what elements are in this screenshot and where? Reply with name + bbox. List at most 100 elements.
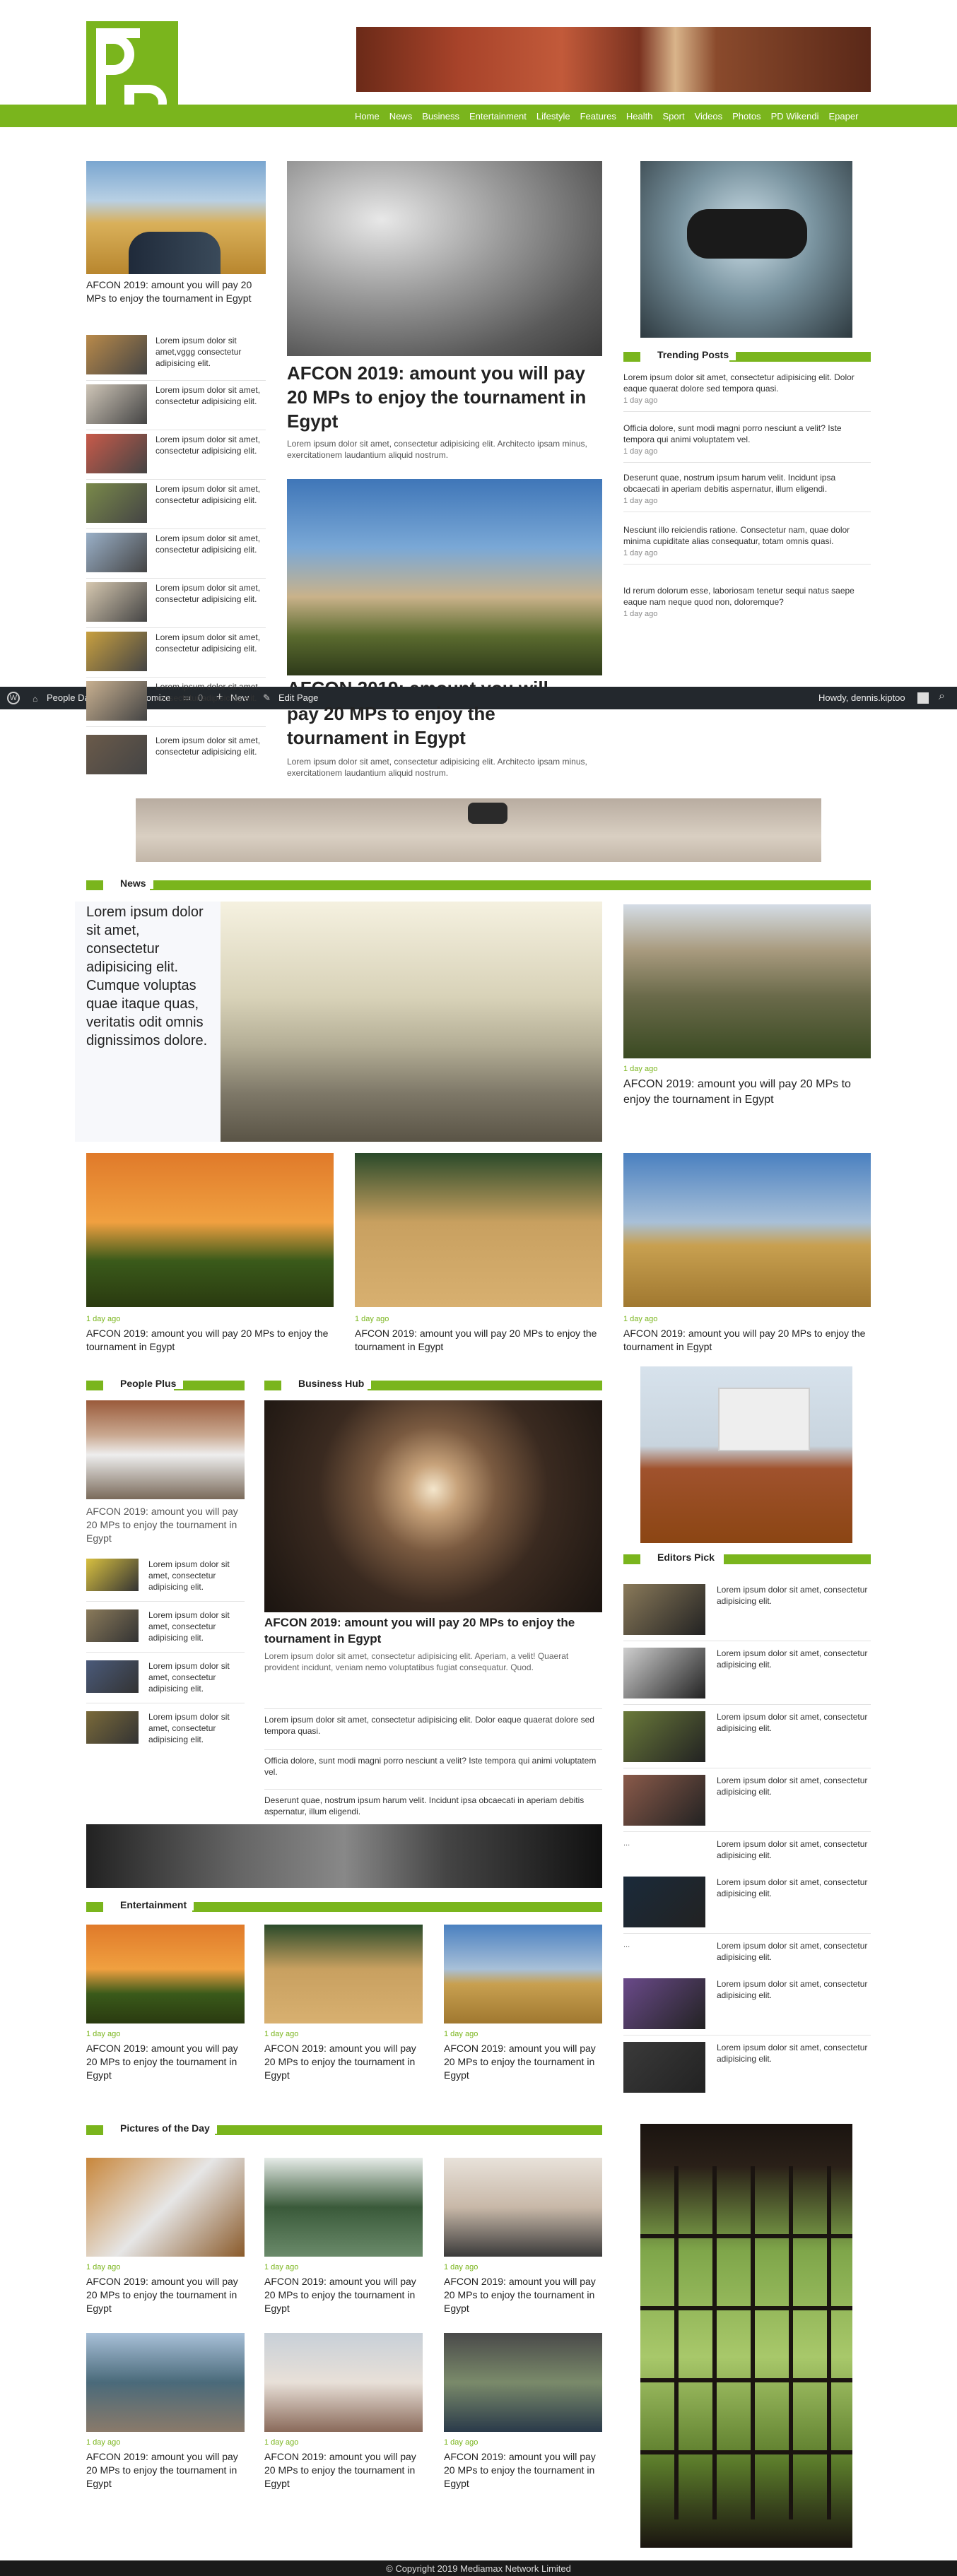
pictures-card-image[interactable] xyxy=(444,2158,602,2257)
center-second-headline-line1[interactable]: AFCON 2019: amount you will xyxy=(287,677,602,687)
editors-pick-text[interactable]: Lorem ipsum dolor sit amet, consectetur … xyxy=(717,1775,871,1797)
header-banner-image[interactable] xyxy=(356,27,871,92)
people-plus-thumb[interactable] xyxy=(86,1711,139,1744)
editors-pick-text[interactable]: Lorem ipsum dolor sit amet, consectetur … xyxy=(717,1940,871,1963)
right-feature-image[interactable] xyxy=(640,161,852,338)
center-feature-headline[interactable]: AFCON 2019: amount you will pay 20 MPs t… xyxy=(287,362,602,433)
trending-item-text[interactable]: Id rerum dolorum esse, laboriosam tenetu… xyxy=(623,585,871,608)
left-list-text[interactable]: Lorem ipsum dolor sit amet, consectetur … xyxy=(155,735,266,757)
trending-item-text[interactable]: Deserunt quae, nostrum ipsum harum velit… xyxy=(623,472,871,495)
news-side-image[interactable] xyxy=(623,904,871,1058)
editors-pick-text[interactable]: Lorem ipsum dolor sit amet, consectetur … xyxy=(717,1877,871,1899)
wordpress-icon[interactable]: W xyxy=(7,692,20,704)
pictures-card-caption[interactable]: AFCON 2019: amount you will pay 20 MPs t… xyxy=(444,2275,602,2315)
news-quote[interactable]: Lorem ipsum dolor sit amet, consectetur … xyxy=(86,903,213,1050)
business-hub-item[interactable]: Officia dolore, sunt modi magni porro ne… xyxy=(264,1755,602,1778)
trending-item-text[interactable]: Lorem ipsum dolor sit amet, consectetur … xyxy=(623,372,871,394)
editors-pick-thumb[interactable] xyxy=(623,1877,705,1927)
left-feature-image[interactable] xyxy=(86,161,266,274)
editors-pick-text[interactable]: Lorem ipsum dolor sit amet, consectetur … xyxy=(717,1648,871,1670)
right-desk-image[interactable] xyxy=(640,1366,852,1543)
entertainment-card-caption[interactable]: AFCON 2019: amount you will pay 20 MPs t… xyxy=(86,2042,245,2082)
people-plus-thumb[interactable] xyxy=(86,1660,139,1693)
editors-pick-thumb[interactable] xyxy=(623,1978,705,2029)
admin-howdy[interactable]: Howdy, dennis.kiptoo xyxy=(818,692,905,703)
people-plus-thumb[interactable] xyxy=(86,1559,139,1591)
people-plus-image[interactable] xyxy=(86,1400,245,1499)
left-list-thumb[interactable] xyxy=(86,483,147,523)
left-list-text[interactable]: Lorem ipsum dolor sit amet, consectetur … xyxy=(155,533,266,555)
people-plus-text[interactable]: Lorem ipsum dolor sit amet, consectetur … xyxy=(148,1660,245,1695)
left-list-thumb[interactable] xyxy=(86,533,147,572)
news-card-caption[interactable]: AFCON 2019: amount you will pay 20 MPs t… xyxy=(86,1327,334,1354)
avatar[interactable] xyxy=(917,692,929,704)
business-hub-item[interactable]: Deserunt quae, nostrum ipsum harum velit… xyxy=(264,1795,602,1817)
admin-edit-page[interactable]: Edit Page xyxy=(278,692,318,703)
nav-pd-wikendi[interactable]: PD Wikendi xyxy=(771,111,819,122)
pictures-card-caption[interactable]: AFCON 2019: amount you will pay 20 MPs t… xyxy=(86,2450,245,2491)
nav-news[interactable]: News xyxy=(389,111,413,122)
people-plus-text[interactable]: Lorem ipsum dolor sit amet, consectetur … xyxy=(148,1711,245,1746)
trending-item-text[interactable]: Nesciunt illo reiciendis ratione. Consec… xyxy=(623,524,871,547)
nav-features[interactable]: Features xyxy=(580,111,616,122)
people-plus-thumb[interactable] xyxy=(86,1609,139,1642)
editors-pick-text[interactable]: Lorem ipsum dolor sit amet, consectetur … xyxy=(717,1584,871,1607)
nav-videos[interactable]: Videos xyxy=(695,111,723,122)
editors-pick-thumb[interactable] xyxy=(623,1775,705,1826)
pictures-card-image[interactable] xyxy=(86,2158,245,2257)
business-hub-image[interactable] xyxy=(264,1400,602,1612)
pictures-card-caption[interactable]: AFCON 2019: amount you will pay 20 MPs t… xyxy=(264,2275,423,2315)
news-card-image[interactable] xyxy=(623,1153,871,1307)
trending-item-text[interactable]: Officia dolore, sunt modi magni porro ne… xyxy=(623,423,871,445)
left-list-text[interactable]: Lorem ipsum dolor sit amet, consectetur … xyxy=(155,434,266,456)
editors-pick-thumb[interactable] xyxy=(623,2042,705,2093)
bridge-banner-image[interactable] xyxy=(86,1824,602,1888)
left-list-text[interactable]: Lorem ipsum dolor sit amet, consectetur … xyxy=(155,681,266,704)
editors-pick-thumb[interactable] xyxy=(623,1711,705,1762)
editors-pick-text[interactable]: Lorem ipsum dolor sit amet, consectetur … xyxy=(717,2042,871,2064)
business-hub-item[interactable]: Lorem ipsum dolor sit amet, consectetur … xyxy=(264,1714,602,1737)
center-second-image[interactable] xyxy=(287,479,602,675)
entertainment-card-caption[interactable]: AFCON 2019: amount you will pay 20 MPs t… xyxy=(444,2042,602,2082)
editors-pick-thumb[interactable] xyxy=(623,1584,705,1635)
center-feature-image[interactable] xyxy=(287,161,602,356)
entertainment-card-image[interactable] xyxy=(444,1925,602,2023)
news-card-caption[interactable]: AFCON 2019: amount you will pay 20 MPs t… xyxy=(355,1327,602,1354)
entertainment-card-caption[interactable]: AFCON 2019: amount you will pay 20 MPs t… xyxy=(264,2042,423,2082)
people-plus-caption[interactable]: AFCON 2019: amount you will pay 20 MPs t… xyxy=(86,1505,245,1545)
news-side-caption[interactable]: AFCON 2019: amount you will pay 20 MPs t… xyxy=(623,1077,871,1107)
pictures-card-image[interactable] xyxy=(86,2333,245,2432)
left-list-text[interactable]: Lorem ipsum dolor sit amet, consectetur … xyxy=(155,483,266,506)
editors-pick-thumb[interactable] xyxy=(623,1648,705,1698)
entertainment-card-image[interactable] xyxy=(86,1925,245,2023)
left-list-thumb[interactable] xyxy=(86,632,147,671)
left-list-text[interactable]: Lorem ipsum dolor sit amet, consectetur … xyxy=(155,632,266,654)
center-second-headline-line2[interactable]: pay 20 MPs to enjoy the xyxy=(287,702,602,726)
right-window-image[interactable] xyxy=(640,2124,852,2548)
editors-pick-text[interactable]: Lorem ipsum dolor sit amet, consectetur … xyxy=(717,1838,871,1861)
left-list-text[interactable]: Lorem ipsum dolor sit amet,vggg consecte… xyxy=(155,335,266,370)
pictures-card-image[interactable] xyxy=(264,2158,423,2257)
business-hub-headline[interactable]: AFCON 2019: amount you will pay 20 MPs t… xyxy=(264,1615,602,1648)
people-plus-text[interactable]: Lorem ipsum dolor sit amet, consectetur … xyxy=(148,1559,245,1593)
nav-epaper[interactable]: Epaper xyxy=(828,111,858,122)
editors-pick-text[interactable]: Lorem ipsum dolor sit amet, consectetur … xyxy=(717,1711,871,1734)
nav-sport[interactable]: Sport xyxy=(662,111,684,122)
pictures-card-image[interactable] xyxy=(264,2333,423,2432)
center-second-headline-line3[interactable]: tournament in Egypt xyxy=(287,726,602,750)
left-list-thumb[interactable] xyxy=(86,735,147,774)
nav-entertainment[interactable]: Entertainment xyxy=(469,111,527,122)
nav-lifestyle[interactable]: Lifestyle xyxy=(536,111,570,122)
left-list-text[interactable]: Lorem ipsum dolor sit amet, consectetur … xyxy=(155,582,266,605)
nav-business[interactable]: Business xyxy=(422,111,459,122)
left-list-thumb[interactable] xyxy=(86,384,147,424)
left-list-thumb[interactable] xyxy=(86,681,147,721)
news-card-image[interactable] xyxy=(355,1153,602,1307)
left-list-thumb[interactable] xyxy=(86,335,147,374)
search-icon[interactable]: ⌕ xyxy=(939,690,945,703)
people-plus-text[interactable]: Lorem ipsum dolor sit amet, consectetur … xyxy=(148,1609,245,1644)
nav-home[interactable]: Home xyxy=(355,111,380,122)
news-main-image[interactable] xyxy=(221,902,602,1142)
left-feature-caption[interactable]: AFCON 2019: amount you will pay 20 MPs t… xyxy=(86,278,266,305)
pictures-card-image[interactable] xyxy=(444,2333,602,2432)
